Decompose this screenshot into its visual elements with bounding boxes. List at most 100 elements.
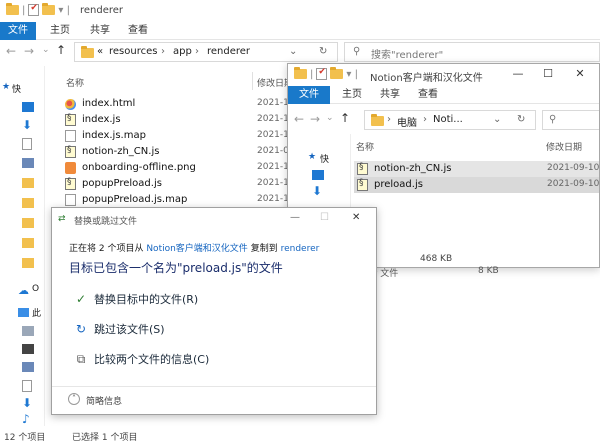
downloads-icon[interactable]: ⬇	[312, 184, 322, 198]
tab-file[interactable]: 文件	[288, 86, 330, 104]
tab-view[interactable]: 查看	[418, 86, 438, 104]
pictures-icon[interactable]	[22, 158, 34, 168]
refresh-icon[interactable]: ↻	[319, 46, 327, 57]
sidebar-label-this-pc[interactable]: 此	[32, 306, 41, 319]
chevron-up-icon[interactable]: ˄	[68, 393, 80, 405]
replace-option[interactable]: ✓ 替换目标中的文件(R)	[74, 290, 198, 308]
maximize-icon[interactable]: ☐	[540, 67, 556, 81]
folder-icon[interactable]	[22, 218, 34, 228]
downloads-icon[interactable]: ⬇	[22, 397, 34, 409]
videos-icon[interactable]	[22, 344, 34, 354]
up-arrow-icon[interactable]: ↑	[56, 43, 66, 57]
dropdown-chevron-icon[interactable]: ⌄	[493, 114, 501, 125]
file-row[interactable]: notion-zh_CN.js 2021-09-10	[354, 161, 599, 177]
skip-option[interactable]: ↻ 跳过该文件(S)	[74, 320, 165, 338]
destination-link[interactable]: renderer	[281, 244, 320, 254]
address-bar[interactable]: « resources › app › renderer ⌄ ↻	[74, 42, 338, 62]
folder-icon	[81, 46, 94, 58]
dropdown-chevron-icon[interactable]: ⌄	[289, 46, 297, 57]
properties-icon[interactable]	[28, 3, 40, 16]
js-file-icon	[357, 162, 368, 175]
folder-icon	[371, 114, 384, 126]
tab-share[interactable]: 共享	[90, 22, 110, 40]
ribbon: 文件 主页 共享 查看	[288, 86, 599, 104]
recent-chevron-icon[interactable]: ⌄	[42, 45, 50, 55]
3d-objects-icon[interactable]	[22, 326, 34, 336]
source-link[interactable]: Notion客户端和汉化文件	[146, 244, 247, 254]
new-folder-icon[interactable]	[330, 67, 344, 79]
file-row[interactable]: index.js.map 2021-10	[62, 128, 295, 144]
replace-or-skip-dialog: ⇄ 替换或跳过文件 — ☐ ✕ 正在将 2 个项目从 Notion客户端和汉化文…	[51, 207, 377, 415]
close-icon[interactable]: ✕	[572, 67, 588, 81]
file-row[interactable]: index.js 2021-10	[62, 112, 295, 128]
navigation-pane: ★ 快 ⬇ ☁ O 此 ⬇ ♪	[0, 66, 44, 426]
recent-chevron-icon[interactable]: ⌄	[326, 113, 334, 123]
tab-home[interactable]: 主页	[342, 86, 362, 104]
desktop-icon[interactable]	[22, 102, 34, 112]
file-row[interactable]: preload.js 2021-09-10	[354, 177, 599, 193]
column-header-date[interactable]: 修改日期	[546, 140, 582, 153]
downloads-icon[interactable]: ⬇	[22, 119, 34, 131]
folder-icon[interactable]	[22, 198, 34, 208]
file-row[interactable]: popupPreload.js 2021-10	[62, 176, 295, 192]
minimize-icon[interactable]: —	[290, 212, 300, 223]
sidebar-label-quick[interactable]: 快	[12, 82, 21, 95]
file-row[interactable]: notion-zh_CN.js 2021-09	[62, 144, 295, 160]
title-bar: | ▾ | Notion客户端和汉化文件 — ☐ ✕	[288, 64, 599, 86]
js-file-icon	[65, 145, 76, 158]
html-file-icon	[65, 99, 76, 110]
address-part[interactable]: resources	[109, 46, 157, 57]
quick-access-star-icon[interactable]: ★	[308, 152, 316, 162]
music-icon[interactable]: ♪	[22, 413, 34, 425]
file-row[interactable]: onboarding-offline.png 2021-10	[62, 160, 295, 176]
back-arrow-icon[interactable]: ←	[294, 112, 304, 126]
forward-arrow-icon[interactable]: →	[24, 44, 34, 58]
documents-icon[interactable]	[22, 138, 32, 150]
documents-icon[interactable]	[22, 380, 32, 392]
search-box[interactable]: ⚲	[542, 110, 599, 130]
tab-file[interactable]: 文件	[0, 22, 36, 40]
close-icon[interactable]: ✕	[352, 212, 360, 223]
sidebar-label-onedrive[interactable]: O	[32, 284, 39, 294]
status-size: 468 KB	[420, 254, 453, 264]
address-bar[interactable]: › 电脑 › Noti... ⌄ ↻	[364, 110, 536, 130]
tab-home[interactable]: 主页	[50, 22, 70, 40]
fewer-details-button[interactable]: 简略信息	[86, 394, 122, 407]
properties-icon[interactable]	[316, 67, 328, 80]
file-row[interactable]: popupPreload.js.map 2021-10	[62, 192, 295, 208]
search-box[interactable]: ⚲ 搜索"renderer"	[344, 42, 600, 62]
column-header-name[interactable]: 名称	[66, 76, 84, 89]
minimize-icon[interactable]: —	[510, 67, 526, 81]
address-part[interactable]: 电脑	[397, 114, 417, 129]
desktop-icon[interactable]	[312, 170, 324, 180]
tab-view[interactable]: 查看	[128, 22, 148, 40]
address-part[interactable]: renderer	[207, 46, 250, 57]
up-arrow-icon[interactable]: ↑	[340, 111, 350, 125]
this-pc-icon[interactable]	[18, 308, 29, 317]
new-folder-icon[interactable]	[42, 3, 56, 15]
column-header-name[interactable]: 名称	[356, 140, 374, 153]
search-icon: ⚲	[549, 114, 557, 125]
address-part[interactable]: Noti...	[433, 114, 463, 125]
folder-icon[interactable]	[22, 238, 34, 248]
window-title: Notion客户端和汉化文件	[370, 73, 483, 84]
sidebar-label-quick[interactable]: 快	[320, 152, 329, 165]
tab-share[interactable]: 共享	[380, 86, 400, 104]
file-size-partial: 8 KB	[478, 266, 499, 276]
onedrive-icon[interactable]: ☁	[18, 284, 29, 297]
file-row[interactable]: index.html 2021-10	[62, 96, 295, 112]
dialog-title: 替换或跳过文件	[74, 217, 138, 227]
quick-access-star-icon[interactable]: ★	[2, 82, 10, 92]
check-icon: ✓	[75, 292, 87, 306]
compare-option[interactable]: ⧉ 比较两个文件的信息(C)	[74, 350, 210, 368]
address-part[interactable]: app	[173, 46, 192, 57]
js-file-icon	[65, 177, 76, 190]
folder-icon[interactable]	[22, 258, 34, 268]
back-arrow-icon[interactable]: ←	[6, 44, 16, 58]
folder-icon	[294, 67, 307, 79]
folder-icon[interactable]	[22, 178, 34, 188]
search-icon: ⚲	[353, 46, 361, 57]
forward-arrow-icon[interactable]: →	[310, 112, 320, 126]
refresh-icon[interactable]: ↻	[517, 114, 525, 125]
pictures-icon[interactable]	[22, 362, 34, 372]
